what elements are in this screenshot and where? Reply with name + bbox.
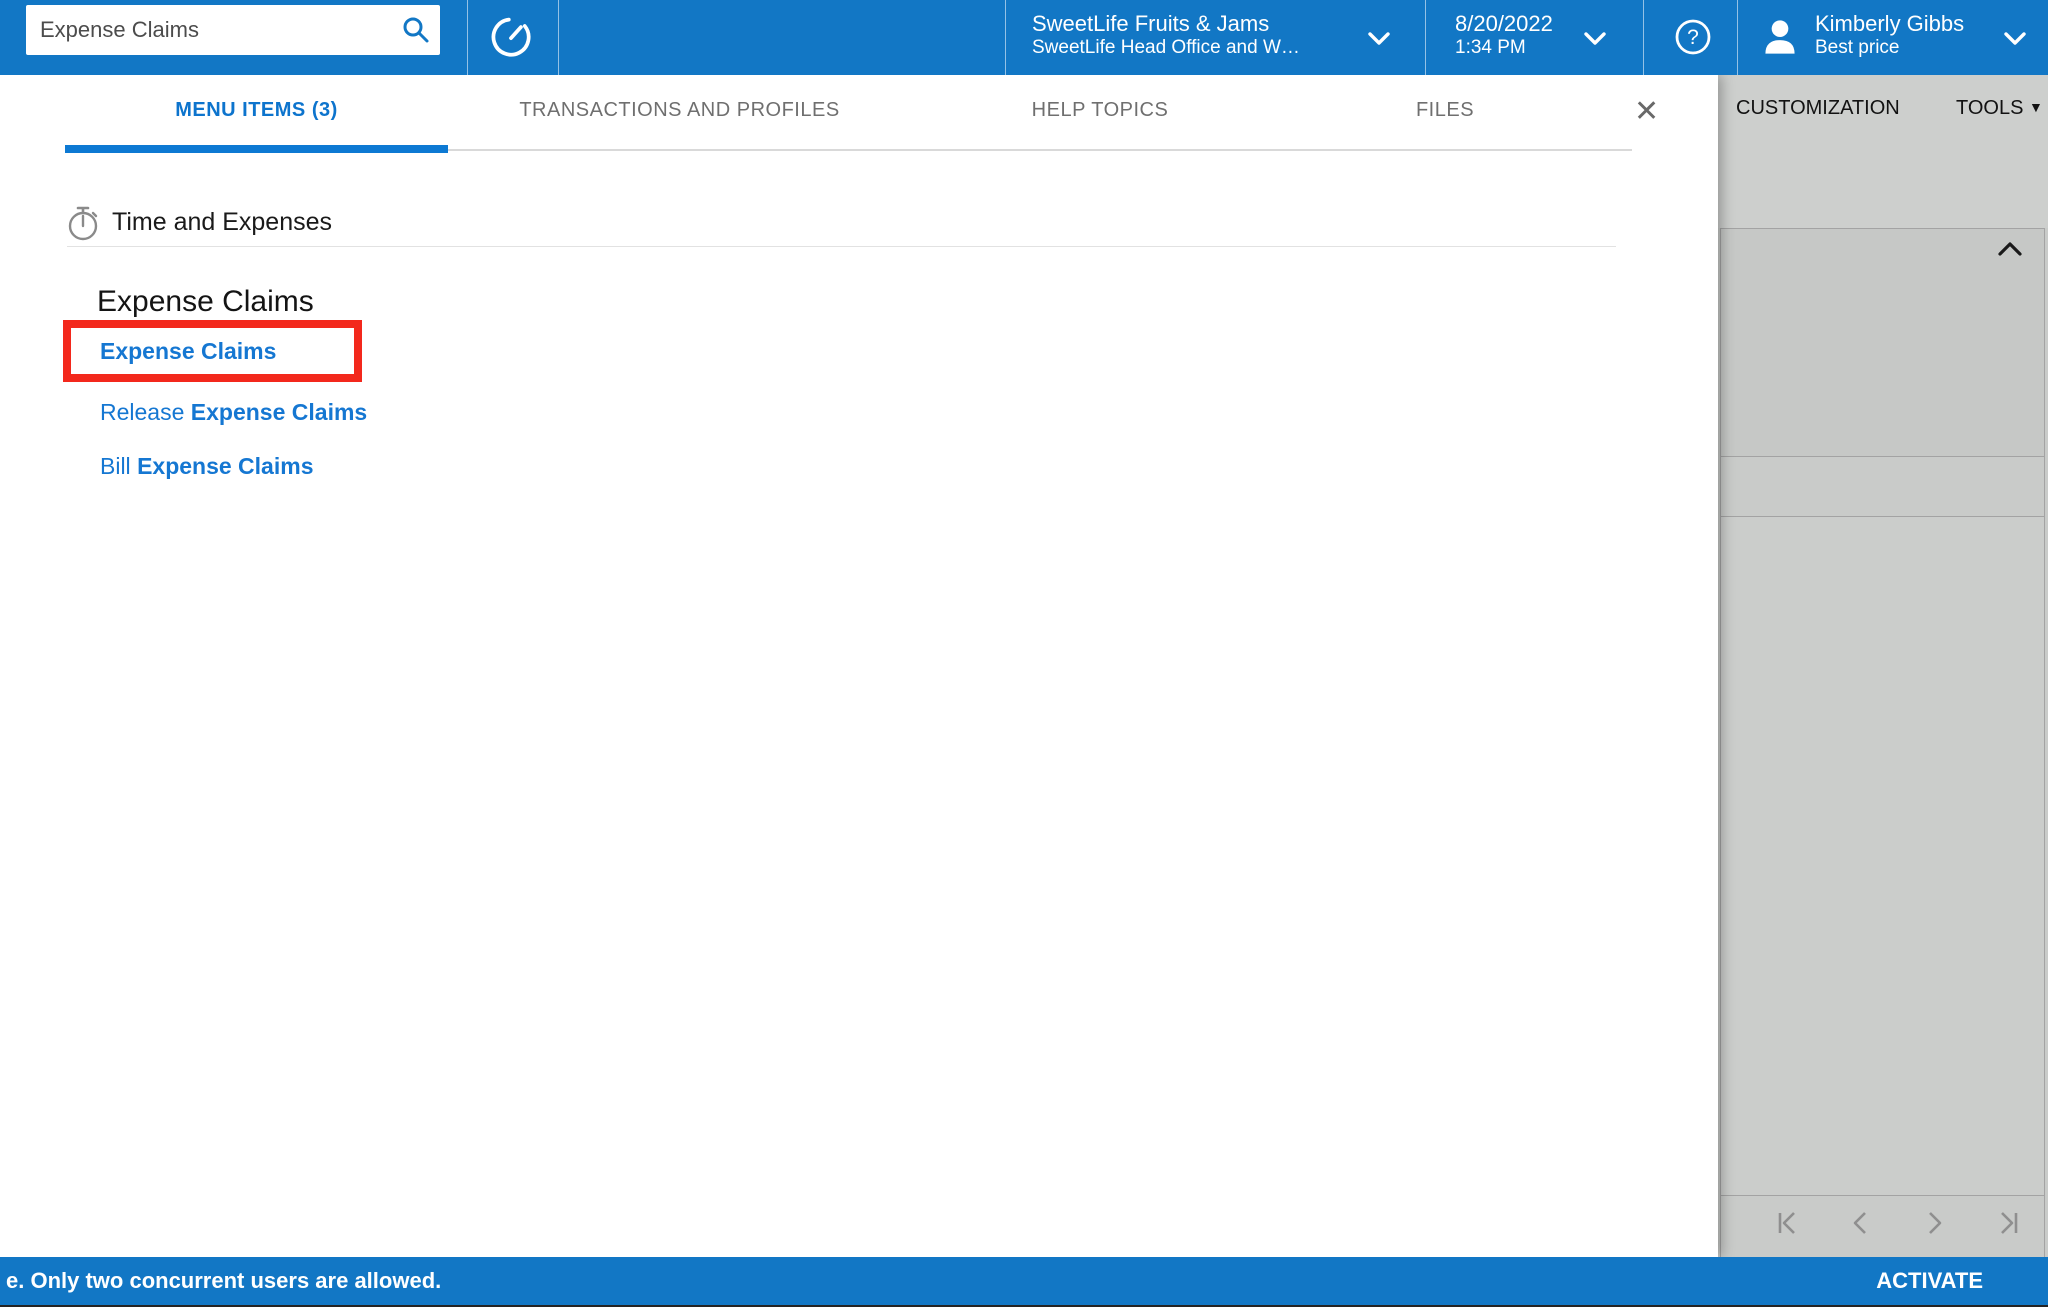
chevron-down-icon (1368, 32, 1390, 45)
company-name: SweetLife Fruits & Jams (1032, 10, 1402, 37)
user-menu[interactable]: Kimberly Gibbs Best price (1755, 10, 2035, 66)
stopwatch-icon (64, 204, 102, 242)
topbar-divider (467, 0, 468, 75)
topbar-divider (1005, 0, 1006, 75)
highlight-annotation: Expense Claims (63, 320, 362, 382)
collapse-chevron-up-icon[interactable] (1998, 241, 2022, 257)
business-time: 1:34 PM (1455, 37, 1605, 59)
tab-menu-items[interactable]: MENU ITEMS (3) (65, 99, 448, 122)
tools-dropdown[interactable]: TOOLS ▼ (1956, 97, 2043, 120)
user-avatar-icon (1755, 12, 1805, 62)
svg-text:?: ? (1687, 26, 1699, 49)
business-date-selector[interactable]: 8/20/2022 1:34 PM (1455, 10, 1605, 66)
side-panel-section (1720, 228, 2045, 457)
close-icon[interactable]: ✕ (1634, 97, 1659, 127)
topbar-divider (558, 0, 559, 75)
tab-help-topics[interactable]: HELP TOPICS (1017, 99, 1183, 122)
help-button[interactable]: ? (1672, 17, 1714, 59)
user-subtitle: Best price (1815, 37, 1964, 59)
topbar-divider (1425, 0, 1426, 75)
search-input[interactable] (26, 17, 400, 43)
caret-down-icon: ▼ (2029, 99, 2043, 115)
activate-button[interactable]: ACTIVATE (1876, 1268, 1983, 1294)
acumatica-app: SweetLife Fruits & Jams SweetLife Head O… (0, 0, 2048, 1307)
company-branch-selector[interactable]: SweetLife Fruits & Jams SweetLife Head O… (1032, 10, 1402, 66)
tab-transactions-and-profiles[interactable]: TRANSACTIONS AND PROFILES (487, 99, 872, 122)
side-panel-pagination (1720, 1195, 2045, 1257)
trial-message: e. Only two concurrent users are allowed… (6, 1268, 441, 1294)
previous-page-icon[interactable] (1848, 1210, 1874, 1236)
help-icon: ? (1673, 17, 1713, 57)
business-date: 8/20/2022 (1455, 10, 1605, 37)
side-panel-header: CUSTOMIZATION TOOLS ▼ (1718, 75, 2048, 228)
dimmed-side-panel: CUSTOMIZATION TOOLS ▼ (1718, 75, 2048, 1257)
topbar-divider (1643, 0, 1644, 75)
first-page-icon[interactable] (1775, 1210, 1801, 1236)
customization-link[interactable]: CUSTOMIZATION (1736, 97, 1900, 120)
side-panel-body (1720, 517, 2045, 1195)
result-link-expense-claims[interactable]: Expense Claims (100, 338, 276, 365)
search-icon[interactable] (400, 15, 430, 45)
time-tracking-button[interactable] (487, 14, 535, 62)
category-divider (67, 246, 1616, 247)
result-link-release-expense-claims[interactable]: Release Expense Claims (100, 399, 367, 426)
topbar-divider (1737, 0, 1738, 75)
user-name: Kimberly Gibbs (1815, 10, 1964, 37)
timer-icon (489, 15, 533, 59)
search-results-panel: MENU ITEMS (3) TRANSACTIONS AND PROFILES… (0, 75, 1718, 1257)
active-tab-underline (65, 145, 448, 153)
result-group-title: Expense Claims (97, 285, 314, 319)
category-label: Time and Expenses (112, 208, 332, 237)
side-panel-row (1720, 457, 2045, 517)
last-page-icon[interactable] (1995, 1210, 2021, 1236)
top-bar: SweetLife Fruits & Jams SweetLife Head O… (0, 0, 2048, 75)
chevron-down-icon (1584, 32, 1606, 45)
chevron-down-icon (2004, 32, 2026, 45)
global-search-box[interactable] (26, 5, 440, 55)
trial-banner: e. Only two concurrent users are allowed… (0, 1257, 2048, 1305)
next-page-icon[interactable] (1921, 1210, 1947, 1236)
branch-name: SweetLife Head Office and W… (1032, 37, 1402, 59)
tab-files[interactable]: FILES (1405, 99, 1485, 122)
result-link-bill-expense-claims[interactable]: Bill Expense Claims (100, 453, 313, 480)
